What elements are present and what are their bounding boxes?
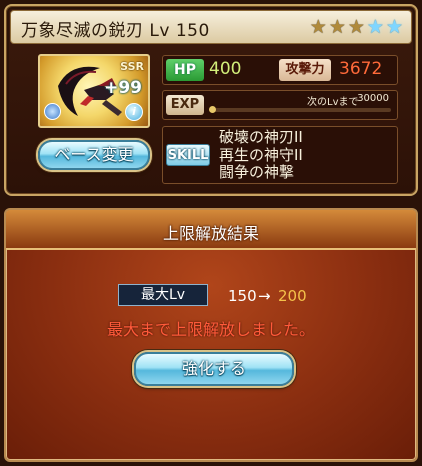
star-icon: ★ — [347, 16, 365, 38]
limit-break-dialog: 上限解放結果 最大Lv 150 → 200 最大まで上限解放しました。 強化する — [4, 208, 418, 462]
rarity-stars: ★ ★ ★ ★ ★ — [310, 17, 403, 37]
hp-value: 400 — [209, 59, 242, 79]
skill-item[interactable]: 破壊の神刃II — [219, 128, 303, 147]
info-icon[interactable]: i — [125, 103, 143, 121]
weapon-thumbnail[interactable]: SSR +99 i — [38, 54, 150, 128]
exp-label: EXP — [166, 95, 204, 115]
dialog-title: 上限解放結果 — [162, 224, 259, 243]
item-title: 万象尽滅の鋭刃 Lv 150 — [21, 16, 210, 41]
item-header: 万象尽滅の鋭刃 Lv 150 ★ ★ ★ ★ ★ — [10, 10, 412, 44]
exp-next-value: 30000 — [357, 93, 389, 104]
result-message: 最大まで上限解放しました。 — [106, 320, 315, 339]
attack-value: 3672 — [339, 59, 383, 79]
item-level: Lv 150 — [149, 21, 210, 41]
item-card: 万象尽滅の鋭刃 Lv 150 ★ ★ ★ ★ ★ SSR +99 i ベース変更… — [4, 4, 418, 196]
skill-panel: SKILL 破壊の神刃II 再生の神守II 闘争の神撃 — [162, 126, 398, 184]
star-icon: ★ — [385, 16, 403, 38]
hp-atk-row: HP 400 攻撃力 3672 — [162, 55, 398, 85]
rarity-badge: SSR — [120, 60, 144, 73]
arrow-icon: → — [258, 287, 271, 305]
exp-row: EXP 次のLvまで 30000 — [162, 90, 398, 120]
item-name: 万象尽滅の鋭刃 — [21, 21, 144, 41]
dialog-header: 上限解放結果 — [6, 210, 416, 250]
exp-next-label: 次のLvまで — [307, 97, 359, 108]
plus-bonus: +99 — [104, 78, 142, 98]
exp-progress-marker — [209, 106, 216, 113]
skill-list: 破壊の神刃II 再生の神守II 闘争の神撃 — [219, 128, 303, 182]
enhance-button[interactable]: 強化する — [134, 352, 294, 386]
star-icon: ★ — [328, 16, 346, 38]
skill-label: SKILL — [166, 144, 210, 166]
skill-item[interactable]: 闘争の神撃 — [219, 163, 303, 182]
level-after: 200 — [278, 287, 307, 305]
skill-item[interactable]: 再生の神守II — [219, 146, 303, 165]
level-before: 150 — [228, 287, 257, 305]
star-icon: ★ — [309, 16, 327, 38]
base-change-button[interactable]: ベース変更 — [38, 140, 150, 170]
max-level-label: 最大Lv — [118, 284, 208, 306]
attack-label: 攻撃力 — [279, 59, 331, 81]
hp-label: HP — [166, 59, 204, 81]
element-icon — [44, 103, 61, 120]
exp-progress-bar — [209, 106, 391, 113]
star-icon: ★ — [366, 16, 384, 38]
